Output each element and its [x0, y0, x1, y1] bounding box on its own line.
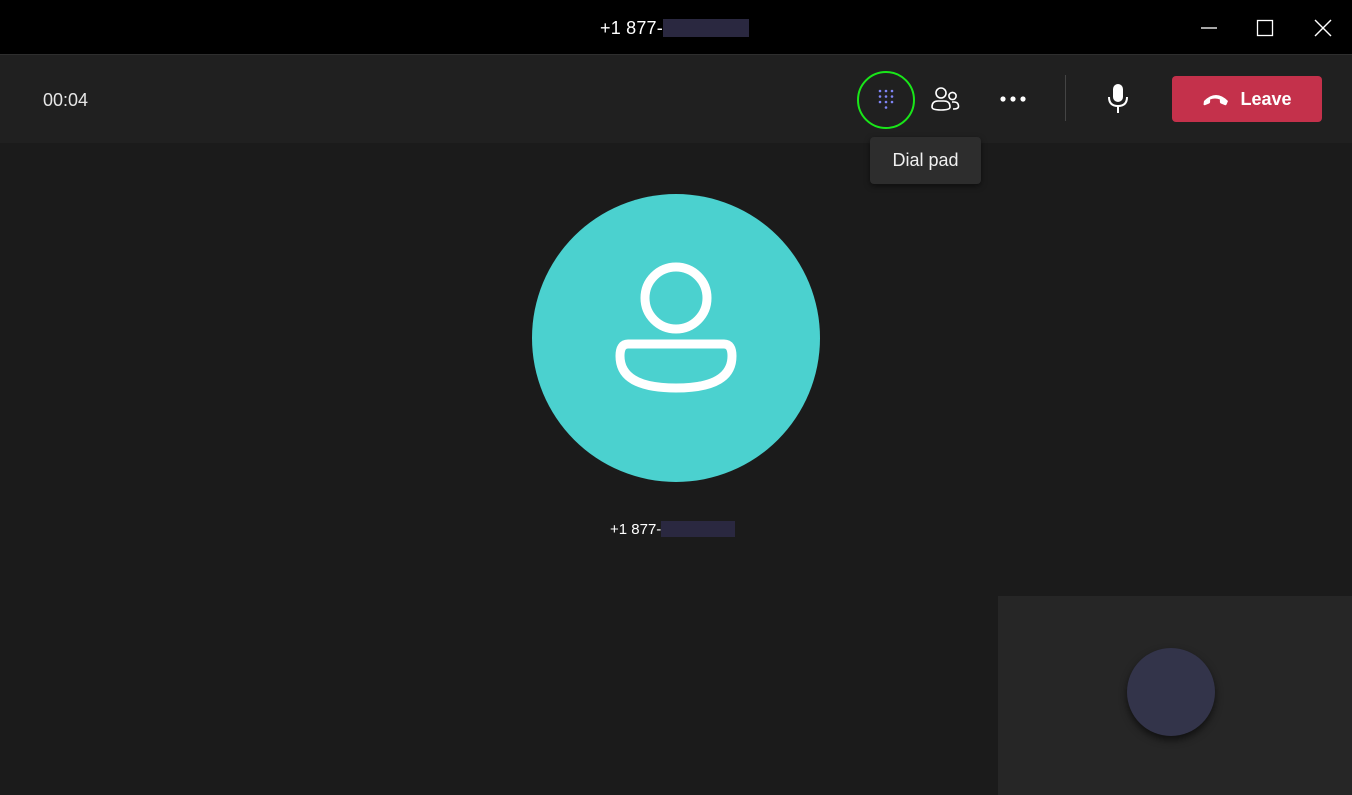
people-icon — [931, 87, 960, 111]
maximize-icon — [1256, 19, 1274, 37]
maximize-button[interactable] — [1247, 10, 1283, 46]
redacted-number — [662, 19, 749, 37]
self-video-preview[interactable] — [998, 596, 1352, 795]
dialpad-tooltip: Dial pad — [870, 137, 981, 184]
call-toolbar: 00:04 Leave — [0, 55, 1352, 143]
close-icon — [1314, 19, 1332, 37]
toolbar-divider — [1065, 75, 1066, 121]
dialpad-button[interactable] — [857, 71, 915, 129]
dialpad-icon — [878, 89, 894, 109]
self-avatar — [1127, 648, 1215, 736]
minimize-icon — [1201, 27, 1217, 29]
close-button[interactable] — [1305, 10, 1341, 46]
redacted-number — [661, 521, 736, 537]
caller-avatar — [532, 194, 820, 482]
more-options-button[interactable] — [987, 73, 1039, 125]
more-options-icon — [1000, 96, 1026, 102]
window-title-text: +1 877- — [600, 17, 663, 38]
participants-button[interactable] — [919, 73, 971, 125]
title-bar: +1 877- — [0, 0, 1352, 55]
call-timer: 00:04 — [43, 90, 89, 110]
person-icon — [615, 262, 737, 393]
window-title: +1 877- — [600, 17, 749, 39]
microphone-icon — [1108, 84, 1128, 113]
hang-up-icon — [1203, 95, 1229, 106]
minimize-button[interactable] — [1191, 10, 1227, 46]
caller-name-text: +1 877- — [610, 520, 662, 538]
microphone-button[interactable] — [1092, 73, 1144, 125]
leave-label: Leave — [1240, 88, 1292, 109]
caller-name: +1 877- — [610, 520, 736, 538]
leave-button[interactable]: Leave — [1172, 76, 1322, 122]
